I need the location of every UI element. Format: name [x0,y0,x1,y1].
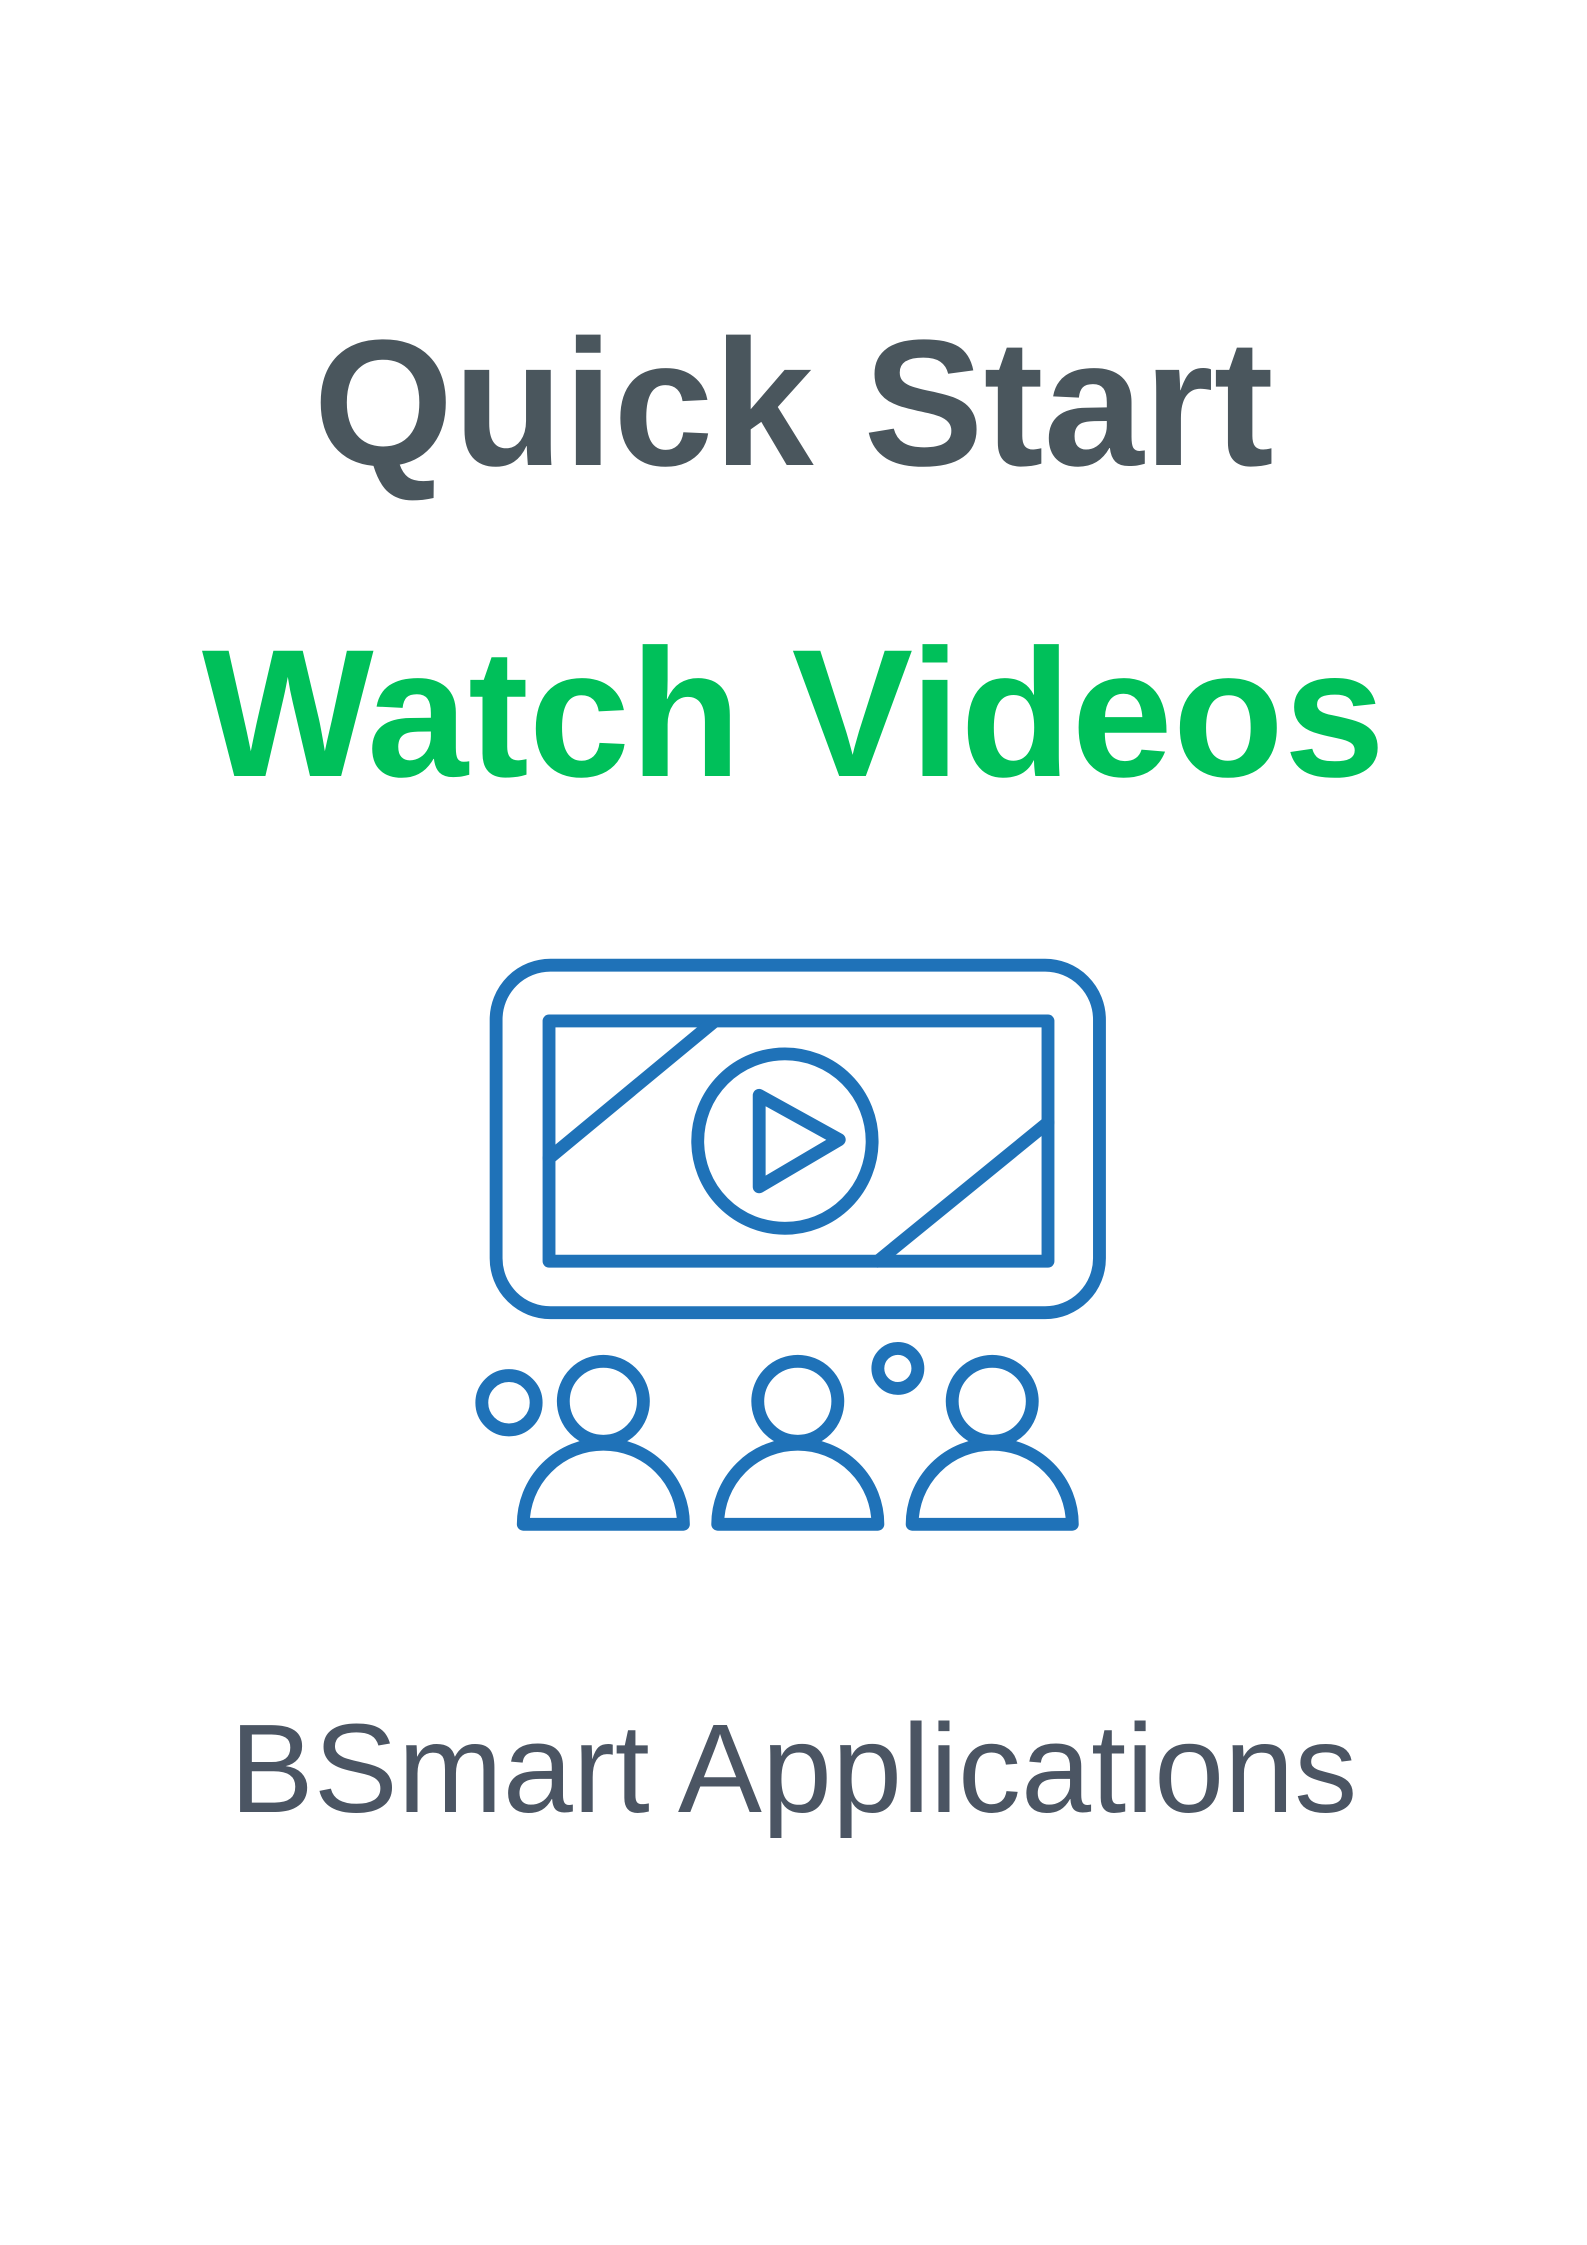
brand-name: BSmart Applications [229,1698,1358,1839]
audience-person-icon [711,1354,885,1531]
bubble-icon [871,1341,925,1395]
audience-person-icon [905,1354,1079,1531]
play-circle-icon [691,1047,879,1235]
video-presentation-audience-icon [475,958,1106,1531]
play-icon [752,1088,846,1194]
audience-person-icon [516,1354,690,1531]
bubble-icon [475,1369,543,1437]
